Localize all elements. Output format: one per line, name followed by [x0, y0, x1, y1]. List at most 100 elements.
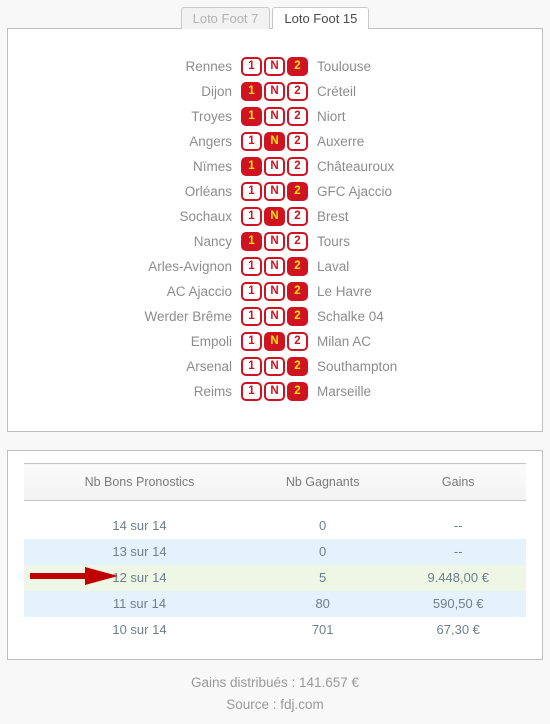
match-row: Werder Brême 1 N 2 Schalke 04 [8, 304, 542, 329]
match-row: AC Ajaccio 1 N 2 Le Havre [8, 279, 542, 304]
pick-cell-2[interactable]: 2 [287, 257, 308, 276]
pick-cell-2[interactable]: 2 [287, 307, 308, 326]
results-cell-winners: 701 [311, 622, 334, 637]
pick-cell-n[interactable]: N [264, 257, 285, 276]
pick-cell-2[interactable]: 2 [287, 182, 308, 201]
results-table-wrapper: Nb Bons Pronostics Nb Gagnants Gains 14 … [8, 451, 542, 643]
column-header-winners: Nb Gagnants [254, 463, 391, 501]
results-table-head: Nb Bons Pronostics Nb Gagnants Gains [24, 463, 526, 501]
team-away-name: Le Havre [317, 284, 372, 299]
pick-cell-1[interactable]: 1 [241, 107, 262, 126]
team-away-name: Niort [317, 109, 346, 124]
pick-group: 1N2 [241, 207, 308, 226]
match-row: Angers 1 N 2 Auxerre [8, 129, 542, 154]
match-row: Troyes 1 N 2 Niort [8, 104, 542, 129]
pick-cell-n[interactable]: N [264, 57, 285, 76]
pick-group: 1N2 [241, 307, 308, 326]
results-spacer-cell [24, 501, 526, 513]
pick-group: 1N2 [241, 357, 308, 376]
tab-loto-foot-15[interactable]: Loto Foot 15 [272, 7, 370, 29]
results-table: Nb Bons Pronostics Nb Gagnants Gains 14 … [24, 463, 526, 643]
pick-group: 1N2 [241, 382, 308, 401]
pick-cell-2[interactable]: 2 [287, 282, 308, 301]
team-away-name: Toulouse [317, 59, 372, 74]
team-home-name: Orléans [184, 184, 232, 199]
pick-cell-2[interactable]: 2 [287, 57, 308, 76]
team-home-name: Werder Brême [144, 309, 232, 324]
team-home-name: Empoli [190, 334, 232, 349]
pick-cell-n[interactable]: N [264, 182, 285, 201]
results-spacer-row [24, 501, 526, 513]
match-row: Arsenal 1 N 2 Southampton [8, 354, 542, 379]
pick-cell-2[interactable]: 2 [287, 207, 308, 226]
pick-cell-1[interactable]: 1 [241, 82, 262, 101]
results-cell-gain: 67,30 € [436, 622, 480, 637]
results-cell-gain: -- [390, 538, 526, 565]
results-header-row: Nb Bons Pronostics Nb Gagnants Gains [24, 463, 526, 501]
pick-group: 1N2 [241, 257, 308, 276]
pick-cell-2[interactable]: 2 [287, 157, 308, 176]
pick-cell-2[interactable]: 2 [287, 132, 308, 151]
results-cell-rank: 13 sur 14 [24, 538, 255, 565]
results-cell-winners: 5 [254, 564, 391, 591]
results-row: 14 sur 14 0 -- [24, 513, 526, 539]
match-row: Dijon 1 N 2 Créteil [8, 79, 542, 104]
pick-cell-1[interactable]: 1 [241, 207, 262, 226]
pick-cell-1[interactable]: 1 [241, 157, 262, 176]
results-cell-winners: 80 [254, 590, 391, 617]
team-away-name: Marseille [317, 384, 372, 399]
results-row: 12 sur 14 5 9.448,00 € [24, 564, 526, 591]
pick-cell-n[interactable]: N [264, 207, 285, 226]
pick-cell-1[interactable]: 1 [241, 182, 262, 201]
footer: Gains distribués : 141.657 € Source : fd… [0, 672, 550, 716]
pick-cell-1[interactable]: 1 [241, 132, 262, 151]
pick-cell-n[interactable]: N [264, 82, 285, 101]
pick-cell-n[interactable]: N [264, 132, 285, 151]
pick-cell-n[interactable]: N [264, 382, 285, 401]
pick-cell-2[interactable]: 2 [287, 232, 308, 251]
team-away-name: Brest [317, 209, 349, 224]
tab-loto-foot-7[interactable]: Loto Foot 7 [180, 7, 271, 29]
pick-cell-2[interactable]: 2 [287, 332, 308, 351]
match-row: Orléans 1 N 2 GFC Ajaccio [8, 179, 542, 204]
pick-cell-n[interactable]: N [264, 357, 285, 376]
match-row: Rennes 1 N 2 Toulouse [8, 54, 542, 79]
matches-panel: Rennes 1 N 2 Toulouse Dijon 1 N 2 Créteil Troyes 1 N… [7, 28, 543, 432]
pick-cell-1[interactable]: 1 [241, 357, 262, 376]
results-cell-rank: 10 sur 14 [112, 622, 167, 637]
match-row: Empoli 1 N 2 Milan AC [8, 329, 542, 354]
pick-cell-n[interactable]: N [264, 307, 285, 326]
pick-cell-1[interactable]: 1 [241, 257, 262, 276]
team-away-name: Southampton [317, 359, 398, 374]
pick-cell-n[interactable]: N [264, 282, 285, 301]
pick-cell-1[interactable]: 1 [241, 57, 262, 76]
pick-cell-n[interactable]: N [264, 232, 285, 251]
pick-cell-1[interactable]: 1 [241, 232, 262, 251]
pick-cell-2[interactable]: 2 [287, 357, 308, 376]
team-away-name: Tours [317, 234, 351, 249]
team-home-name: Arsenal [186, 359, 232, 374]
team-away-name: GFC Ajaccio [317, 184, 393, 199]
pick-cell-1[interactable]: 1 [241, 282, 262, 301]
team-home-name: Troyes [191, 109, 232, 124]
pick-cell-n[interactable]: N [264, 107, 285, 126]
pick-group: 1N2 [241, 107, 308, 126]
team-home-name: Nancy [193, 234, 232, 249]
pick-cell-1[interactable]: 1 [241, 382, 262, 401]
pick-cell-2[interactable]: 2 [287, 82, 308, 101]
pick-cell-n[interactable]: N [264, 157, 285, 176]
pick-cell-1[interactable]: 1 [241, 332, 262, 351]
pick-cell-n[interactable]: N [264, 332, 285, 351]
results-cell-rank: 14 sur 14 [112, 518, 167, 533]
pick-group: 1N2 [241, 282, 308, 301]
pick-cell-2[interactable]: 2 [287, 382, 308, 401]
pick-group: 1N2 [241, 82, 308, 101]
results-table-body: 14 sur 14 0 -- 13 sur 14 0 -- 12 sur 14 5 9.448,… [24, 501, 526, 643]
pick-cell-2[interactable]: 2 [287, 107, 308, 126]
matches-list: Rennes 1 N 2 Toulouse Dijon 1 N 2 Créteil Troyes 1 N… [8, 29, 542, 404]
team-home-name: Rennes [185, 59, 232, 74]
results-cell-gain: 590,50 € [390, 590, 526, 617]
pick-cell-1[interactable]: 1 [241, 307, 262, 326]
results-cell-winners: 0 [319, 518, 327, 533]
tab-bar: Loto Foot 7 Loto Foot 15 [0, 5, 550, 29]
